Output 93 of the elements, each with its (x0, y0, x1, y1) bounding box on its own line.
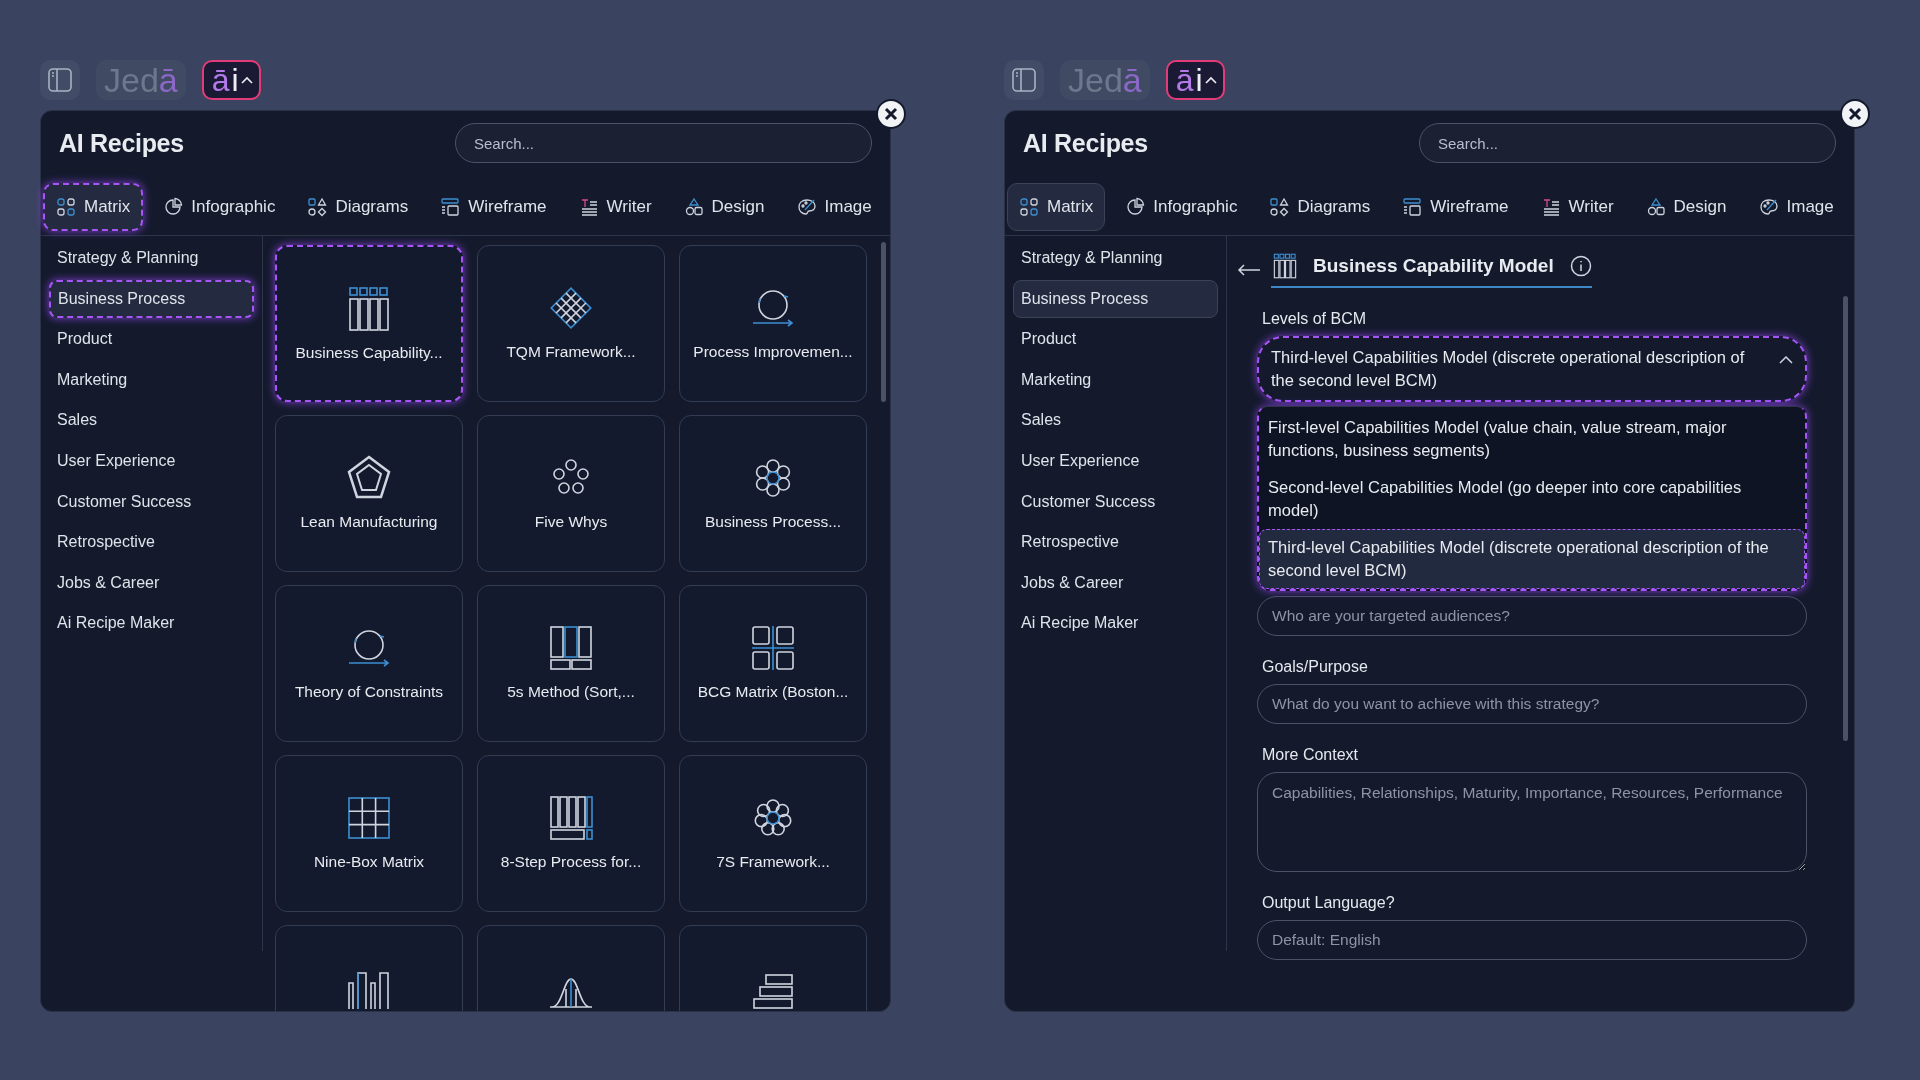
dropdown-option[interactable]: Second-level Capabilities Model (go deeper into core capabilities model) (1259, 469, 1805, 529)
grid-icon (56, 197, 76, 217)
category-item[interactable]: Business Process (1013, 279, 1218, 318)
field-label: Goals/Purpose (1261, 658, 1369, 676)
shapes-icon (683, 197, 704, 217)
tab[interactable]: Wireframe (428, 183, 559, 231)
category-item[interactable]: Ai Recipe Maker (1013, 604, 1218, 643)
tab[interactable]: Wireframe (1390, 183, 1521, 231)
shapes-icon (1269, 197, 1290, 217)
input-field[interactable]: Who are your targeted audiences? (1257, 596, 1807, 636)
category-item[interactable]: Customer Success (1013, 482, 1218, 521)
dropdown-option[interactable]: First-level Capabilities Model (value chain, value stream, major functions, business segments) (1259, 409, 1805, 469)
panel-title: AI Recipes (1023, 128, 1148, 158)
category-item[interactable]: Strategy & Planning (1013, 239, 1218, 277)
input-field[interactable]: Default: English (1257, 920, 1807, 960)
category-item[interactable]: Customer Success (49, 482, 254, 521)
recipe-card[interactable]: Process Improvemen... (679, 245, 867, 402)
field-label: Levels of BCM (1261, 310, 1368, 328)
sidebar-toggle-button[interactable] (40, 60, 80, 100)
panel-title: AI Recipes (59, 128, 184, 158)
recipe-card[interactable]: BCG Matrix (Boston... (679, 585, 867, 742)
category-item[interactable]: Business Process (49, 279, 254, 318)
category-item[interactable]: Jobs & Career (1013, 563, 1218, 602)
category-item[interactable]: Marketing (1013, 360, 1218, 399)
tab[interactable]: Infographic (1113, 183, 1250, 231)
category-item[interactable]: User Experience (49, 441, 254, 480)
input-field[interactable]: What do you want to achieve with this strategy? (1257, 684, 1807, 724)
recipe-card[interactable]: Lean Manufacturing (275, 415, 463, 572)
close-button[interactable] (876, 99, 906, 129)
dropdown-option[interactable]: Third-level Capabilities Model (discrete operational description of the second level BCM) (1259, 529, 1805, 589)
recipe-card[interactable]: Five Whys (477, 415, 665, 572)
tab[interactable]: Writer (566, 183, 664, 231)
close-icon (1848, 107, 1862, 121)
tab[interactable]: Image (1746, 183, 1846, 231)
scrollbar[interactable] (881, 242, 886, 402)
category-item[interactable]: Retrospective (1013, 523, 1218, 562)
info-icon[interactable] (1569, 255, 1592, 277)
category-item[interactable]: Product (1013, 320, 1218, 359)
scrollbar[interactable] (1843, 296, 1848, 741)
category-item[interactable]: Sales (1013, 401, 1218, 440)
recipe-title: Business Capability Model (1313, 255, 1554, 277)
text-area[interactable]: Capabilities, Relationships, Maturity, Importance, Resources, Performance (1257, 772, 1807, 872)
shapes-icon (1645, 197, 1666, 217)
tab[interactable]: Design (671, 183, 777, 231)
recipe-card[interactable]: Nine-Box Matrix (275, 755, 463, 912)
palette-icon (1758, 197, 1779, 217)
category-item[interactable]: Strategy & Planning (49, 239, 254, 277)
chevron-icon (1779, 356, 1793, 364)
caret-icon (1204, 76, 1217, 84)
close-button[interactable] (1840, 99, 1870, 129)
tab[interactable]: Diagrams (295, 183, 421, 231)
tab[interactable]: Matrix (1007, 183, 1106, 231)
recipe-card[interactable]: 5s Method (Sort,... (477, 585, 665, 742)
recipe-card[interactable]: Theory of Constraints (275, 585, 463, 742)
tab[interactable]: Matrix (43, 183, 144, 231)
category-item[interactable]: Retrospective (49, 523, 254, 562)
palette-icon (796, 197, 817, 217)
category-item[interactable]: User Experience (1013, 441, 1218, 480)
category-item[interactable]: Marketing (49, 360, 254, 399)
recipe-card[interactable]: 7S Framework... (679, 755, 867, 912)
layout-icon (440, 197, 461, 217)
dropdown[interactable]: Third-level Capabilities Model (discrete operational description of the second level BCM) (1257, 336, 1807, 402)
sidebar-toggle-button[interactable] (1004, 60, 1044, 100)
shapes-icon (307, 197, 328, 217)
back-icon[interactable] (1237, 263, 1261, 277)
tab[interactable]: Infographic (151, 183, 288, 231)
sidebar-icon (47, 67, 73, 93)
ai-button[interactable]: āi (201, 60, 261, 100)
sidebar-icon (1011, 67, 1037, 93)
grid-icon (1019, 197, 1039, 217)
field-label: Output Language? (1261, 894, 1396, 912)
recipe-card[interactable]: Business Capability... (275, 245, 463, 402)
caret-icon (240, 76, 253, 84)
ai-button[interactable]: āi (1165, 60, 1225, 100)
tab[interactable]: Design (1633, 183, 1739, 231)
tab[interactable]: Diagrams (1257, 183, 1383, 231)
recipe-card[interactable]: Business Process... (679, 415, 867, 572)
search-field[interactable]: Search... (1419, 123, 1836, 163)
columns-icon (1271, 252, 1299, 280)
recipe-card[interactable]: 8-Step Process for... (477, 755, 665, 912)
pie-icon (1125, 197, 1146, 217)
close-icon (884, 107, 898, 121)
search-field[interactable]: Search... (455, 123, 872, 163)
tab[interactable]: Image (784, 183, 884, 231)
field-label: More Context (1261, 746, 1360, 764)
category-item[interactable]: Ai Recipe Maker (49, 604, 254, 643)
layout-icon (1402, 197, 1423, 217)
recipe-card[interactable]: TQM Framework... (477, 245, 665, 402)
tab[interactable]: Writer (1528, 183, 1626, 231)
category-item[interactable]: Jobs & Career (49, 563, 254, 602)
category-item[interactable]: Sales (49, 401, 254, 440)
pie-icon (163, 197, 184, 217)
category-item[interactable]: Product (49, 320, 254, 359)
